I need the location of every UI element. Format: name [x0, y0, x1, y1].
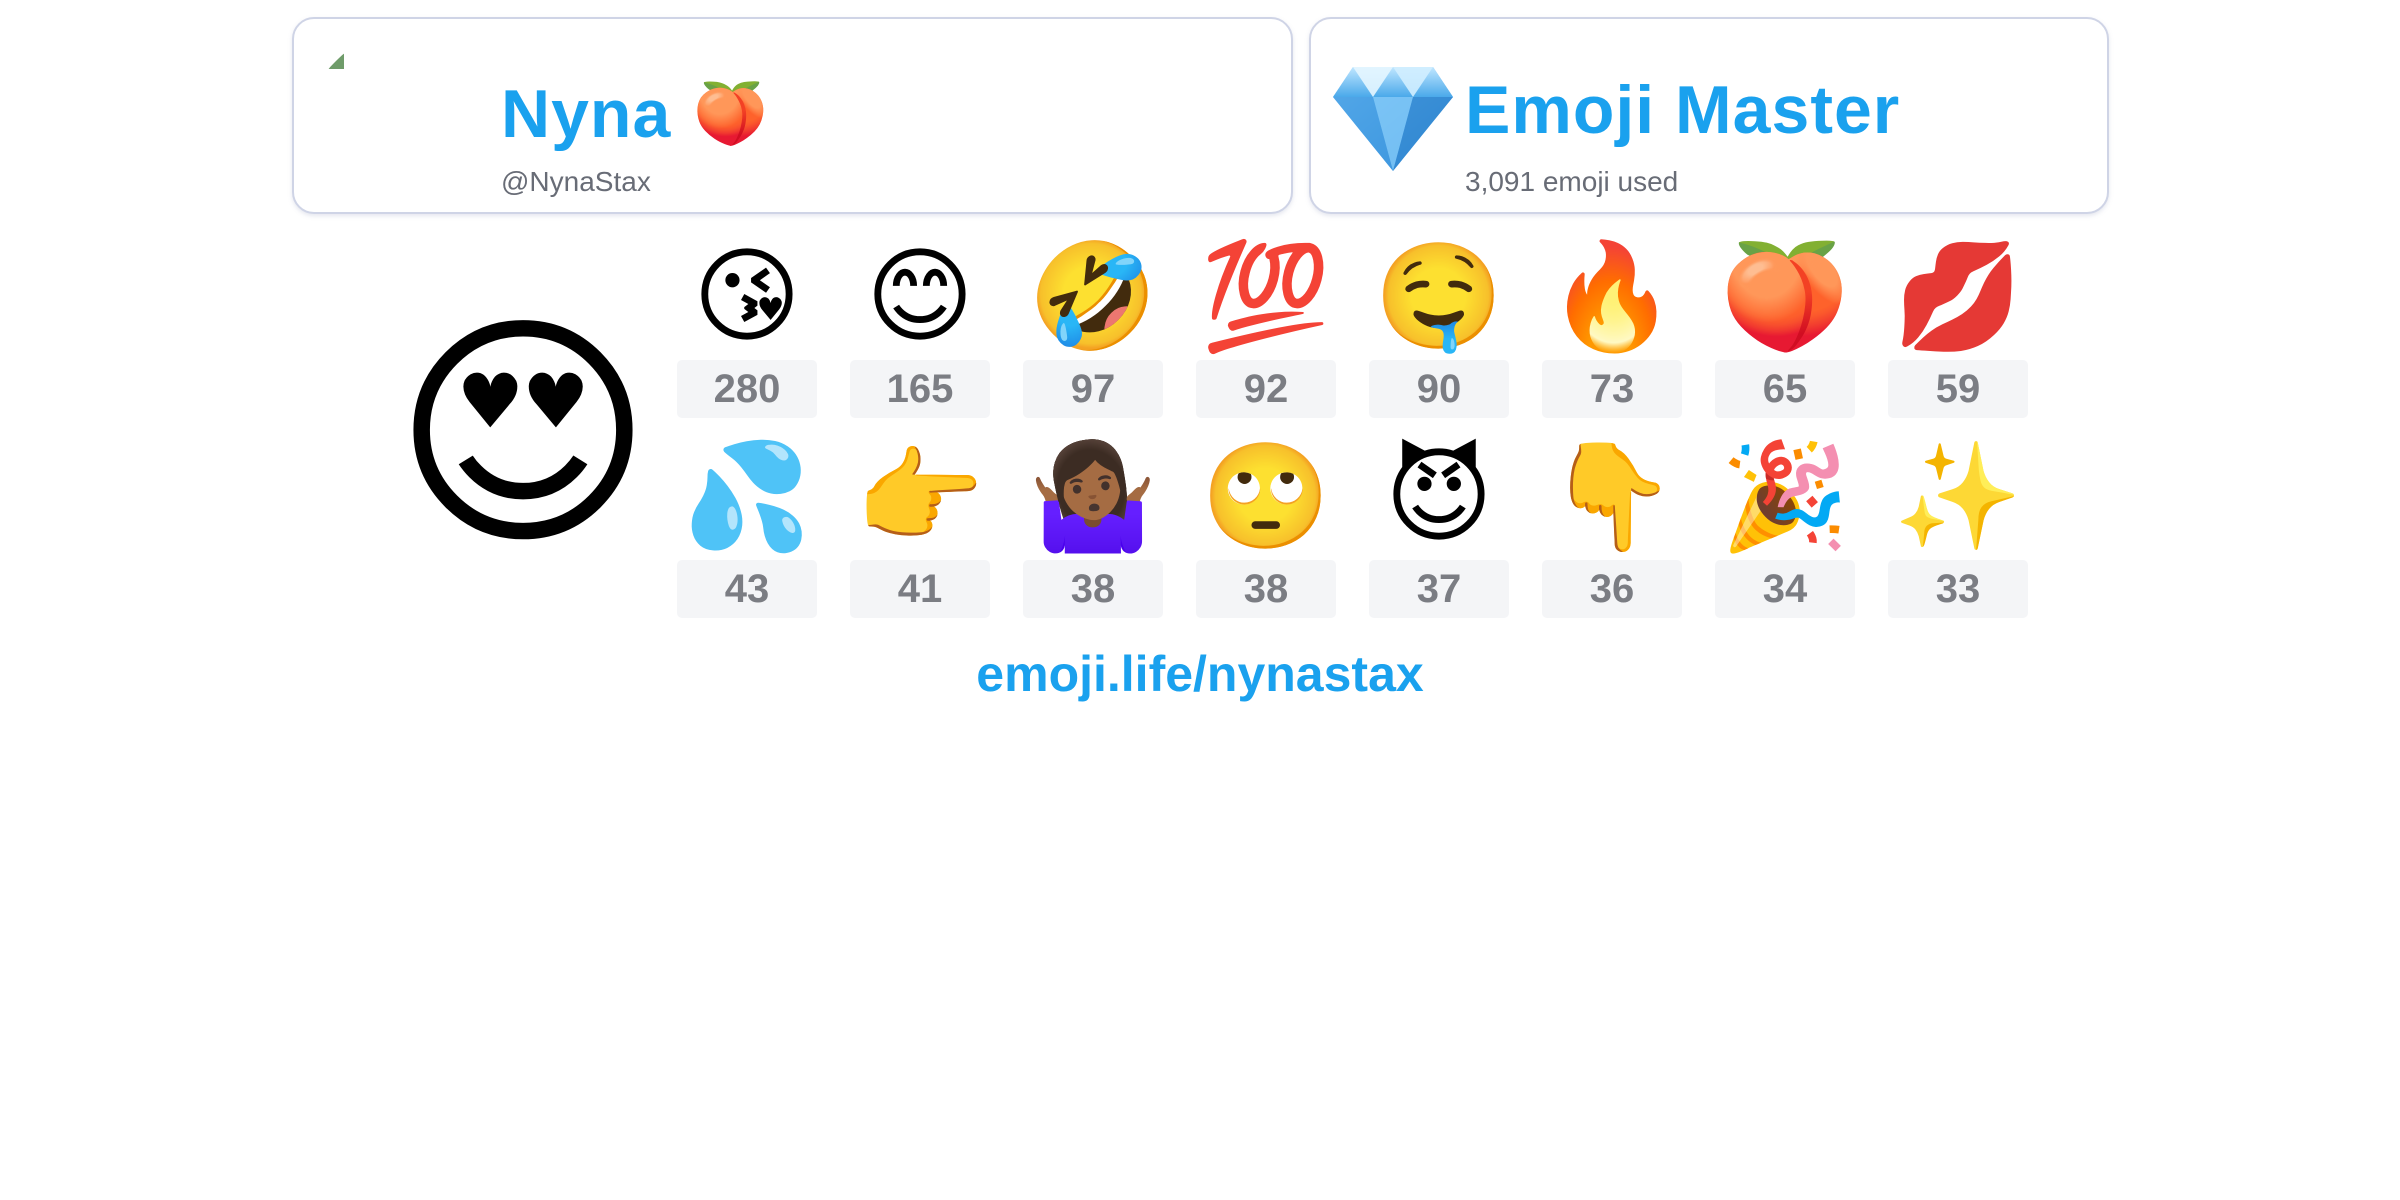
emoji-count: 33 [1888, 560, 2028, 618]
fire-icon: 🔥 [1547, 235, 1677, 357]
profile-handle[interactable]: @NynaStax [501, 166, 651, 198]
emoji-count: 92 [1196, 360, 1336, 418]
sparkles-icon: ✨ [1893, 435, 2023, 557]
emoji-stat-sweat-droplets: 💦 43 [677, 436, 850, 626]
emoji-count: 38 [1196, 560, 1336, 618]
emoji-stat-devil: 😈 37 [1369, 436, 1542, 626]
avatar[interactable] [310, 35, 486, 211]
drooling-face-icon: 🤤 [1374, 235, 1504, 357]
sweat-droplets-icon: 💦 [682, 435, 812, 557]
peach-icon: 🍑 [693, 79, 768, 149]
emoji-count: 37 [1369, 560, 1509, 618]
badge-title: Emoji Master [1465, 72, 1901, 148]
emoji-stats-grid: 😘 280 😊 165 🤣 97 💯 92 🤤 90 🔥 73 🍑 65 💋 5… [677, 236, 2037, 626]
pointing-down-icon: 👇 [1547, 435, 1677, 557]
emoji-stat-pointing-down: 👇 36 [1542, 436, 1715, 626]
emoji-stat-pointing-right: 👉 41 [850, 436, 1023, 626]
pointing-right-icon: 👉 [855, 435, 985, 557]
woman-shrugging-icon: 🤷🏾‍♀️ [1028, 435, 1158, 557]
hundred-points-icon: 💯 [1201, 235, 1331, 357]
emoji-count: 41 [850, 560, 990, 618]
smiling-face-icon: 😊 [865, 235, 975, 357]
emoji-stat-shrug: 🤷🏾‍♀️ 38 [1023, 436, 1196, 626]
badge-card: Emoji Master 3,091 emoji used [1309, 17, 2109, 214]
kiss-mark-icon: 💋 [1893, 235, 2023, 357]
peach-icon: 🍑 [1720, 235, 1850, 357]
emoji-stat-peach: 🍑 65 [1715, 236, 1888, 426]
emoji-count: 59 [1888, 360, 2028, 418]
emoji-stat-rofl: 🤣 97 [1023, 236, 1196, 426]
emoji-stat-hundred: 💯 92 [1196, 236, 1369, 426]
party-popper-icon: 🎉 [1720, 435, 1850, 557]
emoji-count: 38 [1023, 560, 1163, 618]
emoji-count: 90 [1369, 360, 1509, 418]
emoji-stat-eye-roll: 🙄 38 [1196, 436, 1369, 626]
smiling-face-with-horns-icon: 😈 [1384, 435, 1494, 557]
emoji-count: 43 [677, 560, 817, 618]
profile-name-line: Nyna 🍑 [501, 59, 768, 169]
emoji-stat-kissing: 😘 280 [677, 236, 850, 426]
emoji-count: 73 [1542, 360, 1682, 418]
emoji-count: 97 [1023, 360, 1163, 418]
emoji-count: 165 [850, 360, 990, 418]
emoji-stat-sparkles: ✨ 33 [1888, 436, 2061, 626]
emoji-stat-smiling: 😊 165 [850, 236, 1023, 426]
top-emoji-heart-eyes-icon: 😍 [392, 289, 654, 580]
emoji-count: 36 [1542, 560, 1682, 618]
face-with-rolling-eyes-icon: 🙄 [1201, 435, 1331, 557]
emoji-count-text: 3,091 emoji used [1465, 166, 1679, 197]
profile-link[interactable]: emoji.life/nynastax [0, 645, 2400, 703]
broken-image-icon [328, 53, 344, 69]
gem-icon [1333, 67, 1453, 171]
emoji-stat-fire: 🔥 73 [1542, 236, 1715, 426]
emoji-count: 34 [1715, 560, 1855, 618]
emoji-count: 280 [677, 360, 817, 418]
emoji-stat-party-popper: 🎉 34 [1715, 436, 1888, 626]
emoji-count: 65 [1715, 360, 1855, 418]
emoji-stat-drooling: 🤤 90 [1369, 236, 1542, 426]
emoji-stat-kiss-mark: 💋 59 [1888, 236, 2061, 426]
face-blowing-kiss-icon: 😘 [692, 235, 802, 357]
profile-name: Nyna [501, 76, 672, 152]
profile-card: Nyna 🍑 @NynaStax [292, 17, 1293, 214]
rolling-on-floor-laughing-icon: 🤣 [1028, 235, 1158, 357]
